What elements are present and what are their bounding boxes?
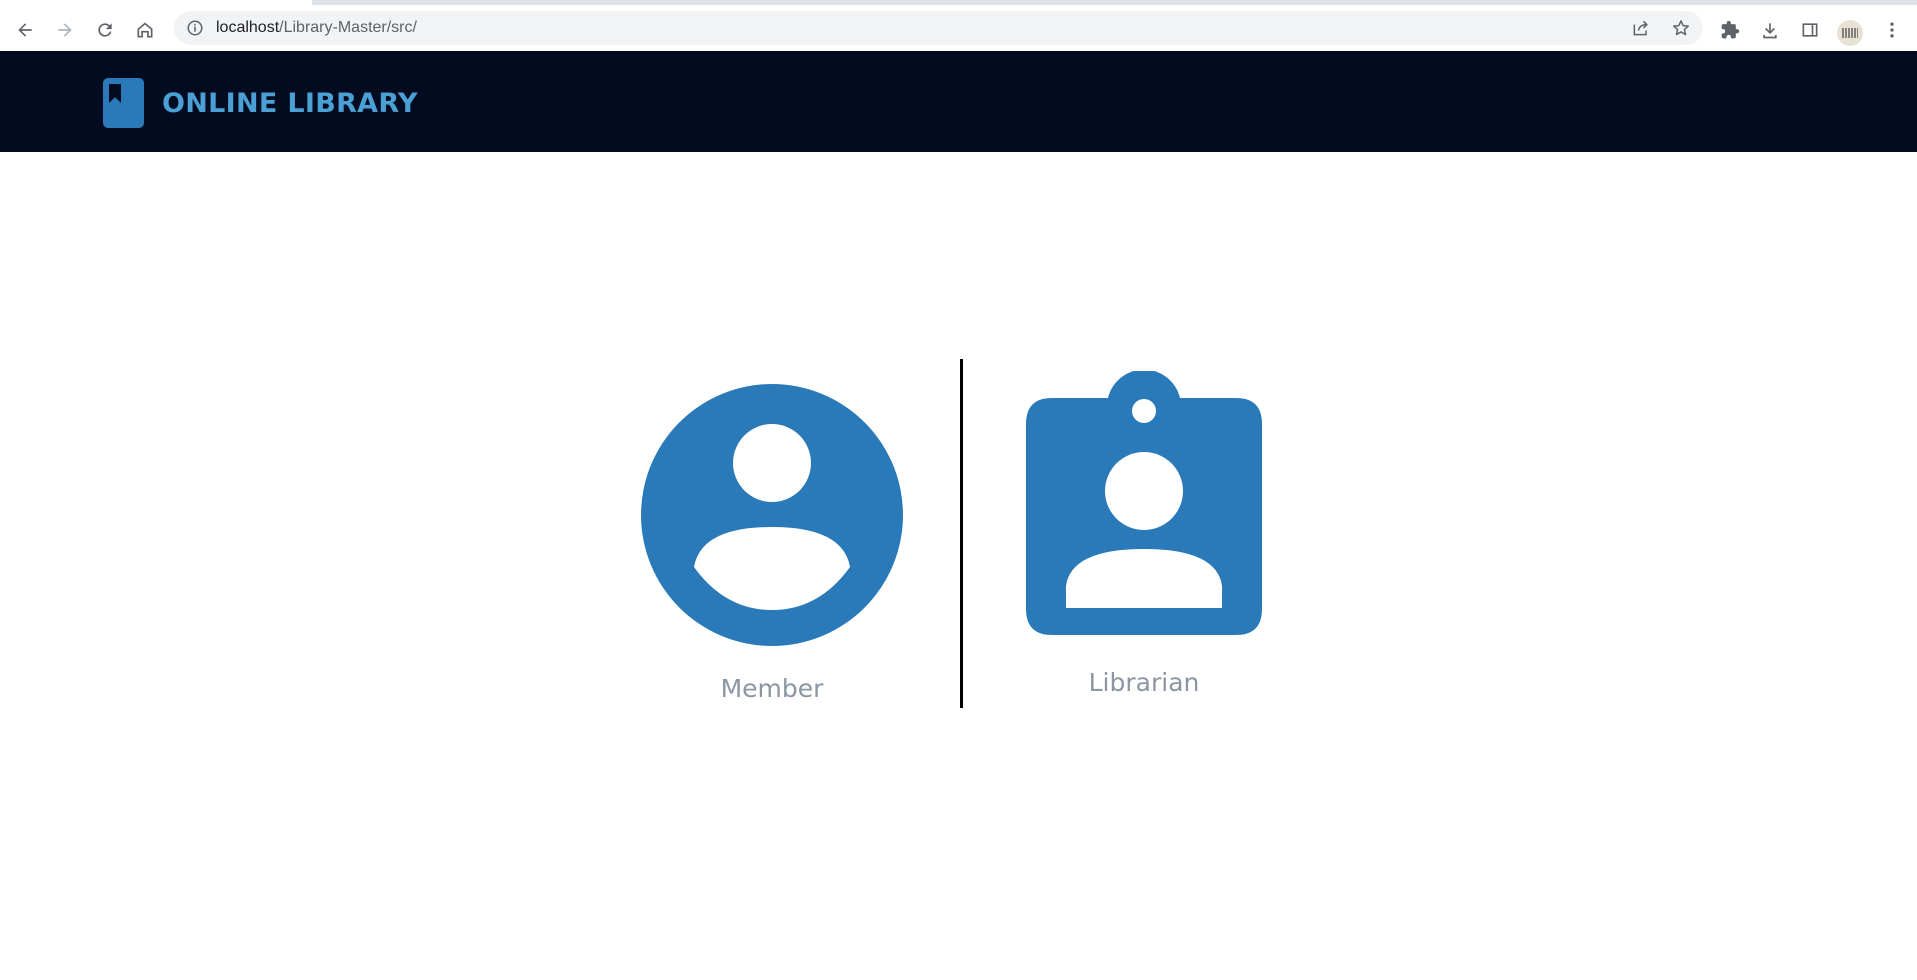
url-path: /Library-Master/src/ (279, 19, 417, 36)
back-button[interactable] (8, 13, 42, 47)
role-divider (960, 359, 963, 708)
reload-icon (98, 23, 112, 37)
site-header: ONLINE LIBRARY (0, 51, 1917, 152)
forward-button[interactable] (48, 13, 82, 47)
arrow-right-icon (58, 23, 72, 37)
home-icon (137, 22, 153, 38)
share-icon[interactable] (1631, 18, 1651, 38)
url-text[interactable]: localhost/Library-Master/src/ (216, 11, 417, 45)
role-selection: Member Librarian (0, 152, 1917, 980)
browser-toolbar: localhost/Library-Master/src/ (0, 5, 1917, 51)
librarian-label: Librarian (1088, 668, 1200, 697)
downloads-button[interactable] (1753, 13, 1787, 47)
brand-link[interactable]: ONLINE LIBRARY (103, 78, 418, 128)
id-badge-icon (1026, 371, 1262, 635)
user-circle-icon (641, 384, 903, 646)
url-host: localhost (216, 19, 280, 36)
member-label: Member (720, 674, 824, 703)
profile-avatar[interactable] (1837, 20, 1863, 46)
librarian-option[interactable]: Librarian (1026, 371, 1262, 697)
side-panel-icon (1802, 23, 1818, 37)
info-icon[interactable] (186, 19, 204, 37)
reload-button[interactable] (88, 13, 122, 47)
star-icon[interactable] (1671, 18, 1691, 38)
download-icon (1763, 23, 1777, 39)
member-option[interactable]: Member (641, 384, 903, 703)
puzzle-icon (1721, 20, 1740, 39)
address-bar[interactable]: localhost/Library-Master/src/ (174, 11, 1703, 45)
home-button[interactable] (128, 13, 162, 47)
kebab-menu-icon (1890, 22, 1894, 38)
book-icon (103, 78, 144, 128)
side-panel-button[interactable] (1793, 13, 1827, 47)
arrow-left-icon (18, 23, 32, 37)
browser-menu-button[interactable] (1875, 13, 1909, 47)
brand-name: ONLINE LIBRARY (162, 87, 418, 119)
extensions-button[interactable] (1713, 13, 1747, 47)
